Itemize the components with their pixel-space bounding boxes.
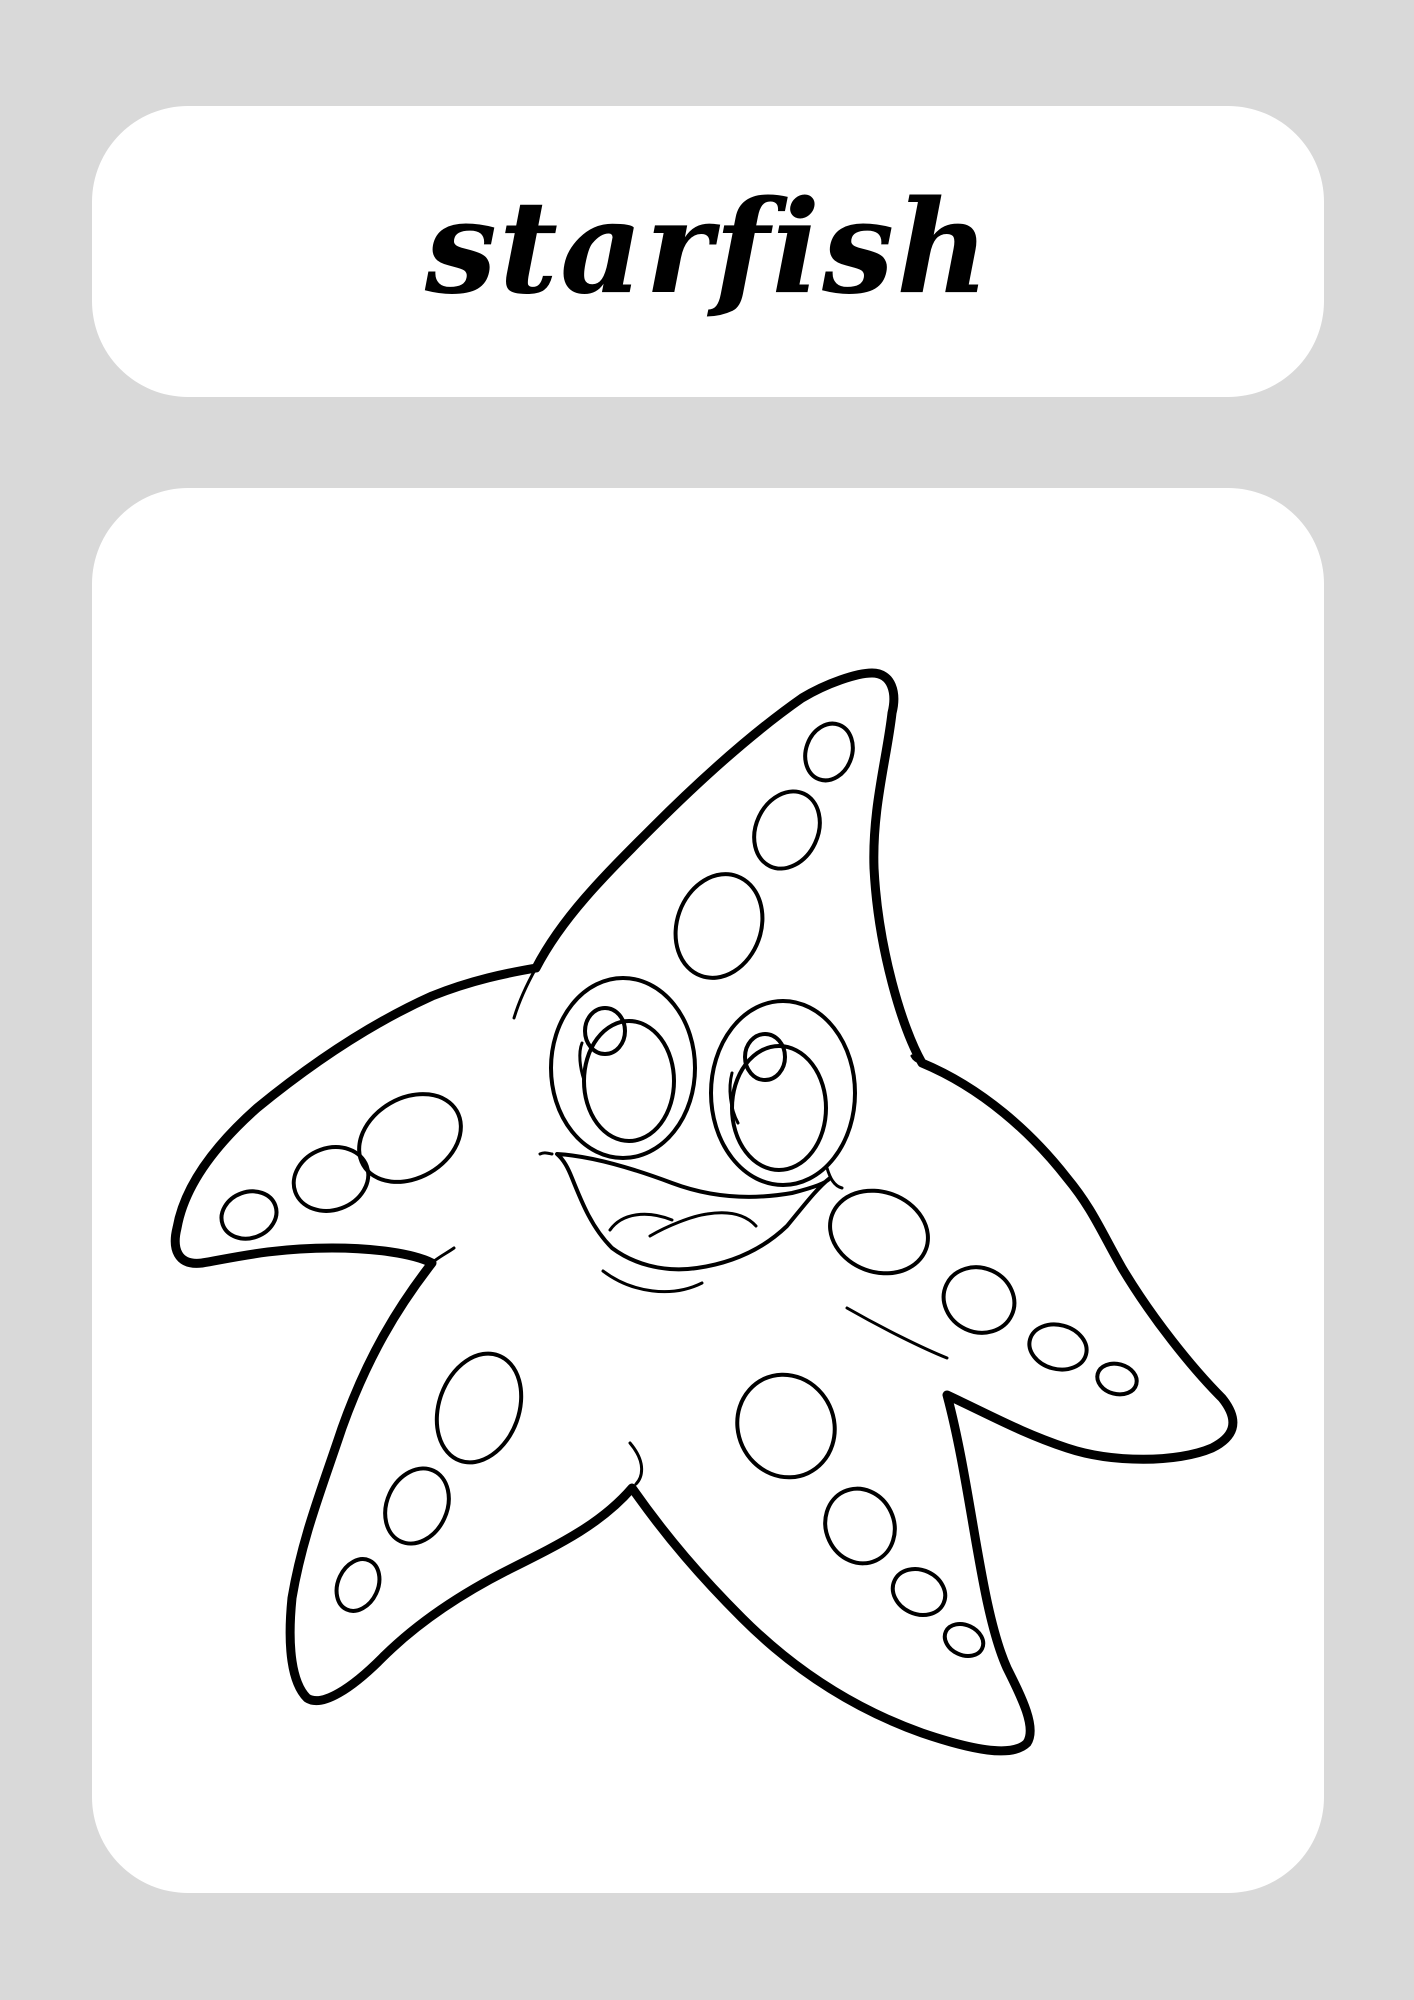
starfish-icon	[170, 668, 1238, 1756]
mouth	[555, 1152, 832, 1272]
starfish-illustration	[92, 488, 1324, 1893]
title-card: starfish	[92, 106, 1324, 397]
left-eye-iris	[582, 1019, 676, 1143]
page-title: starfish	[424, 172, 992, 323]
illustration-card	[92, 488, 1324, 1893]
